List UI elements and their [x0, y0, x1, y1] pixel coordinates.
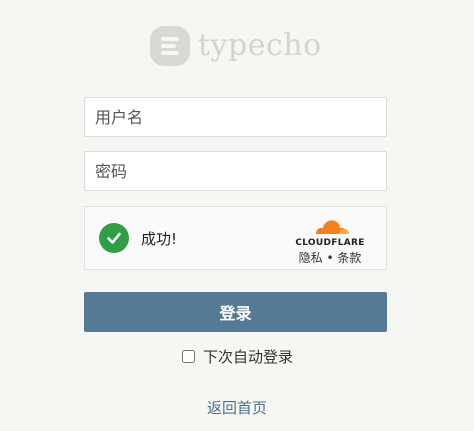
checkmark-circle-icon: [99, 223, 129, 253]
captcha-status-text: 成功!: [141, 229, 178, 248]
privacy-link[interactable]: 隐私: [299, 251, 323, 265]
logo-text: typecho: [198, 28, 322, 63]
logo: typecho: [150, 25, 322, 67]
captcha-widget: 成功! CLOUDFLARE 隐私 • 条款: [84, 206, 387, 270]
link-separator: •: [322, 251, 338, 265]
typecho-logo-icon: [150, 26, 190, 66]
login-button[interactable]: 登录: [84, 292, 387, 332]
captcha-links: 隐私 • 条款: [289, 249, 371, 266]
username-input[interactable]: [84, 97, 387, 137]
terms-link[interactable]: 条款: [337, 251, 361, 265]
password-input[interactable]: [84, 151, 387, 191]
cloudflare-cloud-icon: [316, 220, 349, 234]
cloudflare-wordmark: CLOUDFLARE: [295, 238, 365, 248]
cloudflare-brand[interactable]: CLOUDFLARE 隐私 • 条款: [289, 217, 371, 266]
remember-me-label: 下次自动登录: [203, 348, 294, 366]
back-to-home-link[interactable]: 返回首页: [0, 397, 474, 418]
remember-me[interactable]: 下次自动登录: [182, 346, 293, 367]
remember-me-checkbox[interactable]: [182, 350, 195, 363]
